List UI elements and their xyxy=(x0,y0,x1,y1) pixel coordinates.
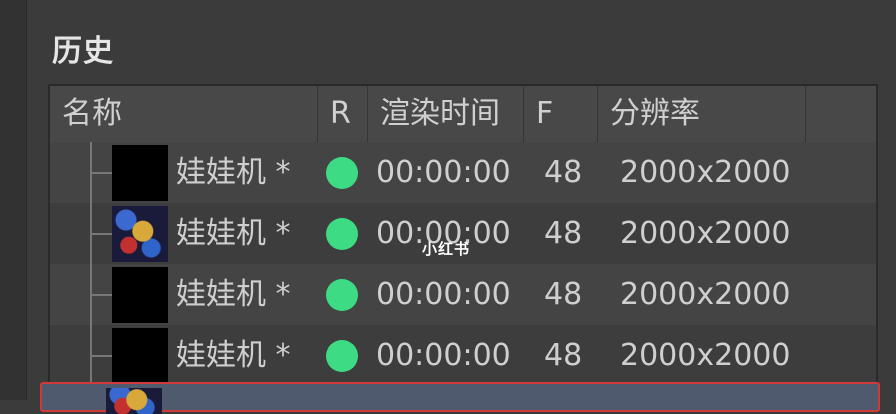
table-row[interactable]: 娃娃机 * 00:00:00 48 2000x2000 xyxy=(50,325,876,386)
render-name: 娃娃机 * xyxy=(176,277,291,312)
render-time: 00:00:00 xyxy=(376,277,511,312)
tree-branch xyxy=(90,294,112,296)
status-dot-icon xyxy=(326,157,358,189)
left-panel-edge xyxy=(0,0,27,400)
render-thumbnail xyxy=(112,328,168,384)
render-name: 娃娃机 * xyxy=(176,155,291,190)
watermark-text: 小红书 xyxy=(422,240,471,258)
table-header: 名称 R 渲染时间 F 分辨率 xyxy=(50,86,876,143)
render-thumbnail xyxy=(106,388,162,414)
frame-count: 48 xyxy=(544,216,583,251)
frame-count: 48 xyxy=(544,155,583,190)
render-name: 娃娃机 * xyxy=(176,338,291,373)
frame-count: 48 xyxy=(544,338,583,373)
render-time: 00:00:00 xyxy=(376,338,511,373)
column-header-status[interactable]: R xyxy=(318,86,368,142)
status-dot-icon xyxy=(326,340,358,372)
tree-branch xyxy=(90,355,112,357)
render-name: 娃娃机 * xyxy=(176,216,291,251)
frame-count: 48 xyxy=(544,277,583,312)
column-header-name[interactable]: 名称 xyxy=(50,86,318,142)
table-row[interactable]: 娃娃机 * 00:00:00 48 2000x2000 xyxy=(50,142,876,203)
resolution: 2000x2000 xyxy=(620,155,791,190)
render-time: 00:00:00 xyxy=(376,155,511,190)
selected-table-row[interactable] xyxy=(40,382,880,414)
status-dot-icon xyxy=(326,218,358,250)
status-dot-icon xyxy=(326,279,358,311)
column-header-resolution[interactable]: 分辨率 xyxy=(598,86,806,142)
column-header-frames[interactable]: F xyxy=(524,86,598,142)
resolution: 2000x2000 xyxy=(620,277,791,312)
render-thumbnail xyxy=(112,206,168,262)
column-header-extra xyxy=(806,86,876,142)
resolution: 2000x2000 xyxy=(620,216,791,251)
render-thumbnail xyxy=(112,267,168,323)
tree-branch xyxy=(90,233,112,235)
render-thumbnail xyxy=(112,145,168,201)
column-header-render-time[interactable]: 渲染时间 xyxy=(368,86,524,142)
table-row[interactable]: 娃娃机 * 00:00:00 48 2000x2000 xyxy=(50,264,876,325)
resolution: 2000x2000 xyxy=(620,338,791,373)
tree-branch xyxy=(90,172,112,174)
panel-title: 历史 xyxy=(52,34,114,69)
